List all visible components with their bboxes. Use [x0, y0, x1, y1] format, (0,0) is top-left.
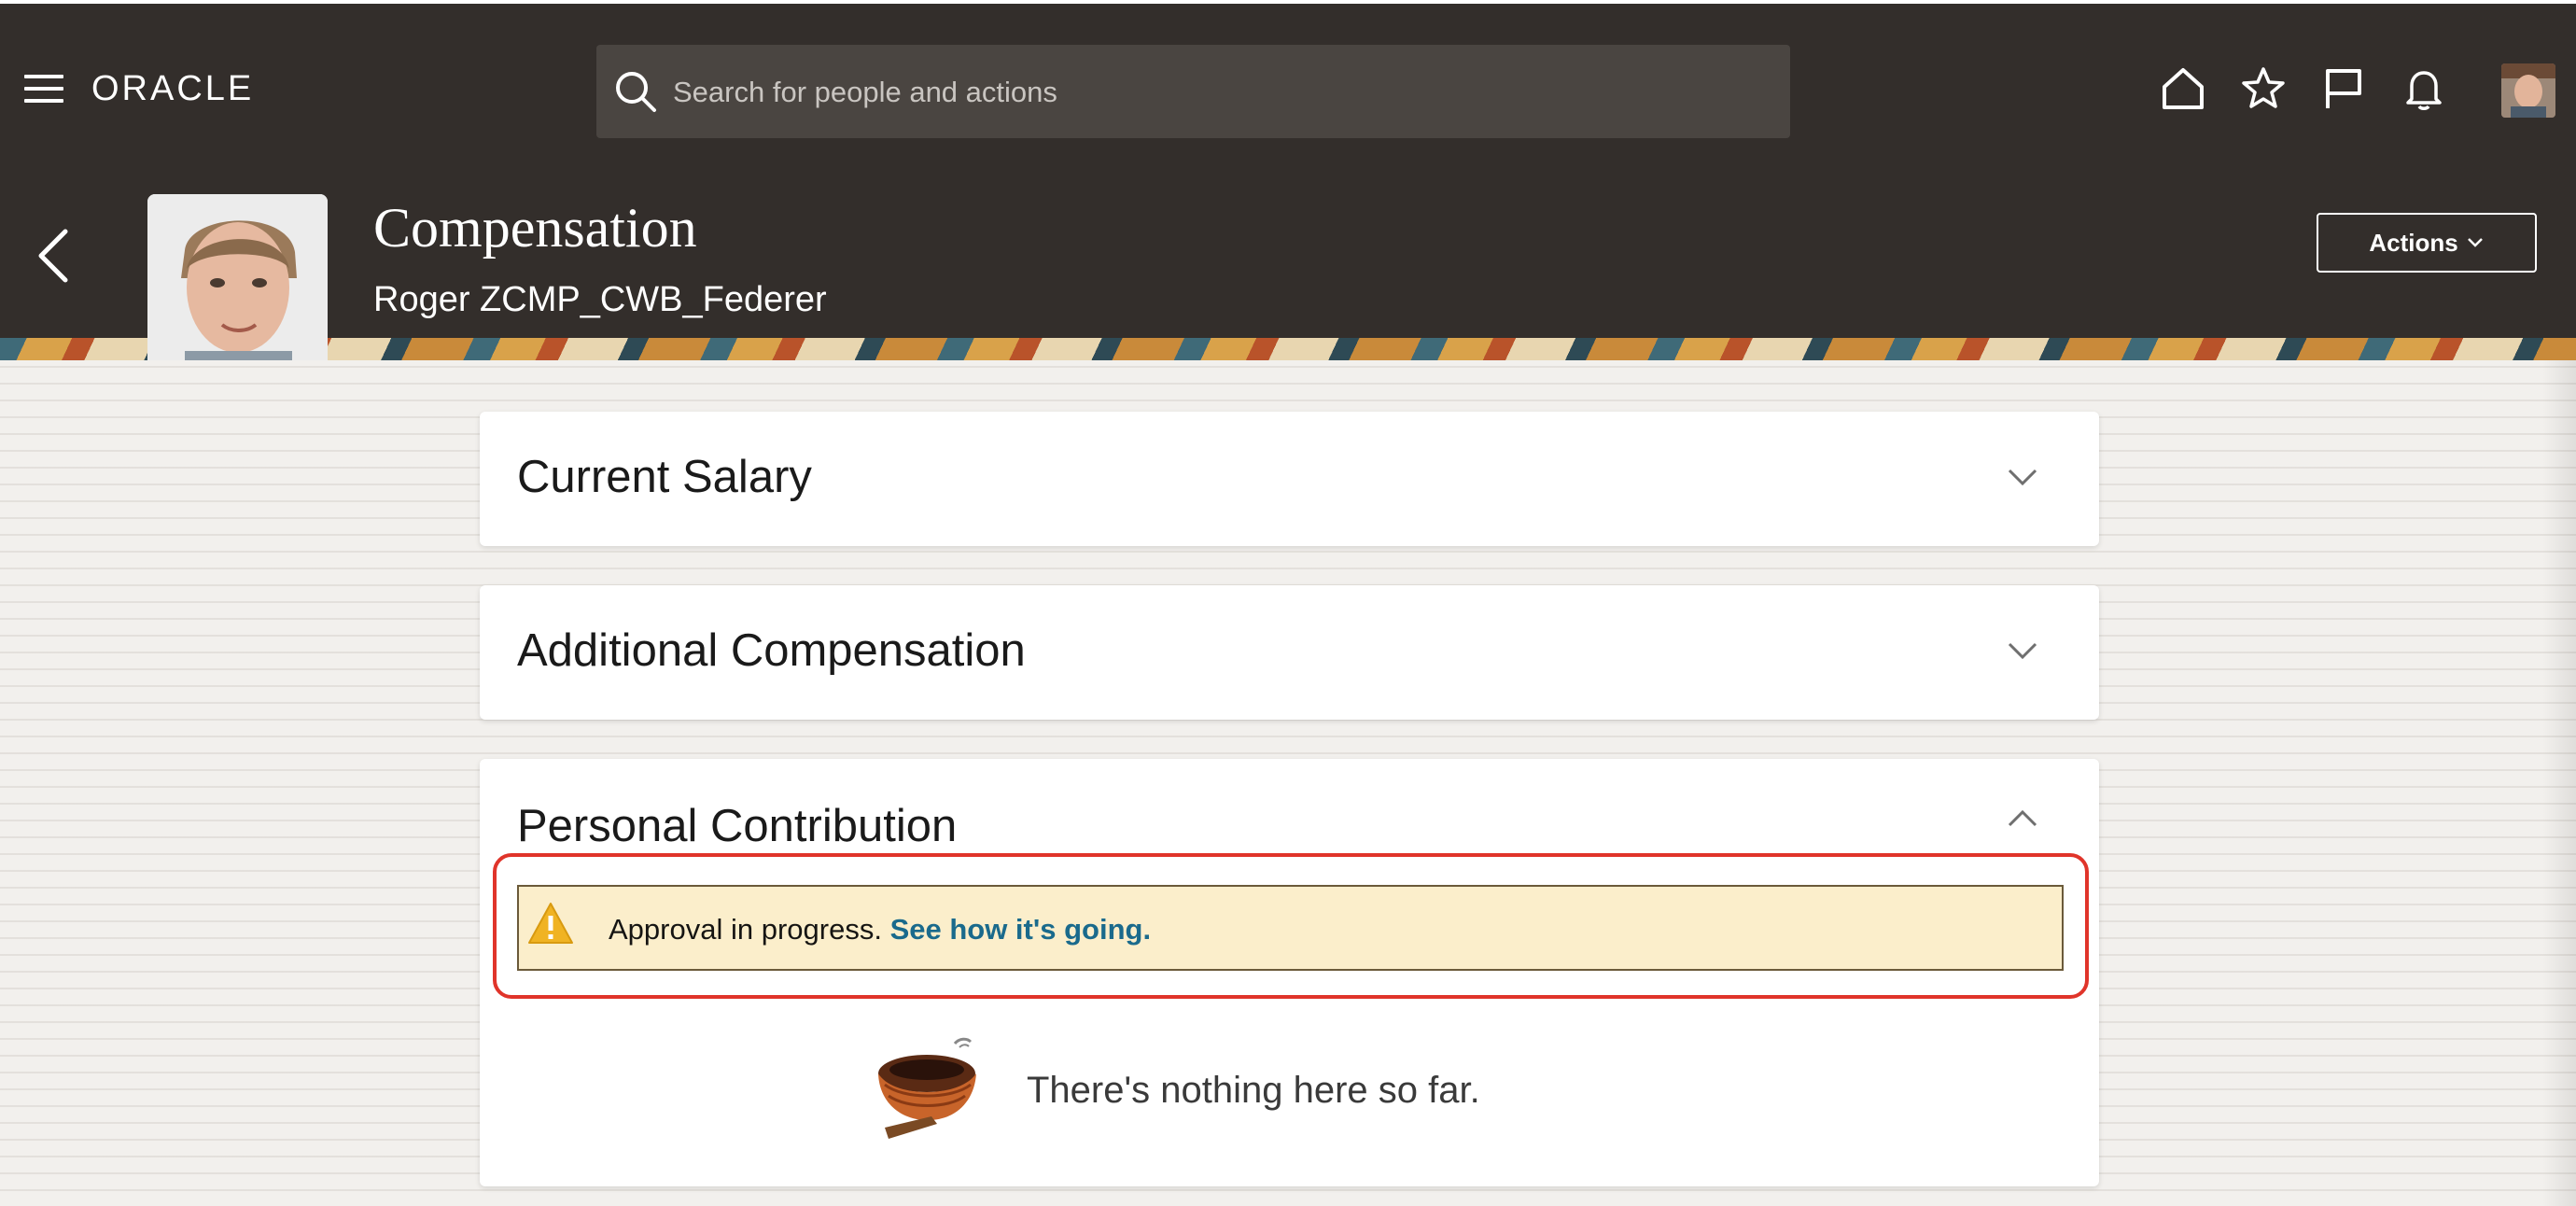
- empty-nest-illustration: [878, 1037, 976, 1139]
- chevron-down-icon: [2467, 238, 2483, 247]
- search-icon: [616, 72, 656, 112]
- actions-label: Actions: [2369, 228, 2458, 257]
- home-icon[interactable]: [2160, 65, 2206, 112]
- empty-state-message: There's nothing here so far.: [1027, 1070, 1480, 1111]
- bell-icon[interactable]: [2401, 65, 2447, 112]
- global-search[interactable]: [596, 45, 1790, 138]
- scroll-shadow: [2542, 360, 2576, 1206]
- star-icon[interactable]: [2240, 65, 2287, 112]
- person-photo-image: [147, 194, 328, 374]
- user-avatar[interactable]: [2501, 63, 2555, 118]
- section-title: Additional Compensation: [517, 625, 1026, 676]
- decorative-banner: [0, 338, 2576, 360]
- section-title: Current Salary: [517, 452, 812, 502]
- approval-status-link[interactable]: See how it's going.: [890, 913, 1152, 946]
- section-current-salary[interactable]: Current Salary: [480, 412, 2099, 546]
- alert-message: Approval in progress. See how it's going…: [609, 913, 1151, 947]
- approval-alert: Approval in progress. See how it's going…: [517, 885, 2064, 971]
- global-header: ORACLE: [0, 0, 2576, 177]
- alert-status-text: Approval in progress.: [609, 913, 882, 946]
- section-title: Personal Contribution: [517, 801, 958, 851]
- hamburger-menu-icon[interactable]: [24, 75, 63, 105]
- employee-name: Roger ZCMP_CWB_Federer: [373, 280, 827, 319]
- actions-button[interactable]: Actions: [2317, 213, 2537, 273]
- flag-icon[interactable]: [2320, 65, 2367, 112]
- page-title: Compensation: [373, 197, 697, 259]
- section-additional-compensation[interactable]: Additional Compensation: [480, 585, 2099, 720]
- chevron-down-icon[interactable]: [2004, 458, 2041, 496]
- user-avatar-image: [2501, 63, 2555, 118]
- profile-photo[interactable]: [147, 194, 328, 374]
- back-arrow-icon[interactable]: [30, 226, 77, 286]
- warning-icon: [528, 903, 573, 944]
- search-input[interactable]: [671, 67, 1748, 118]
- chevron-up-icon[interactable]: [2004, 800, 2041, 837]
- chevron-down-icon[interactable]: [2004, 632, 2041, 669]
- oracle-logo[interactable]: ORACLE: [91, 69, 254, 109]
